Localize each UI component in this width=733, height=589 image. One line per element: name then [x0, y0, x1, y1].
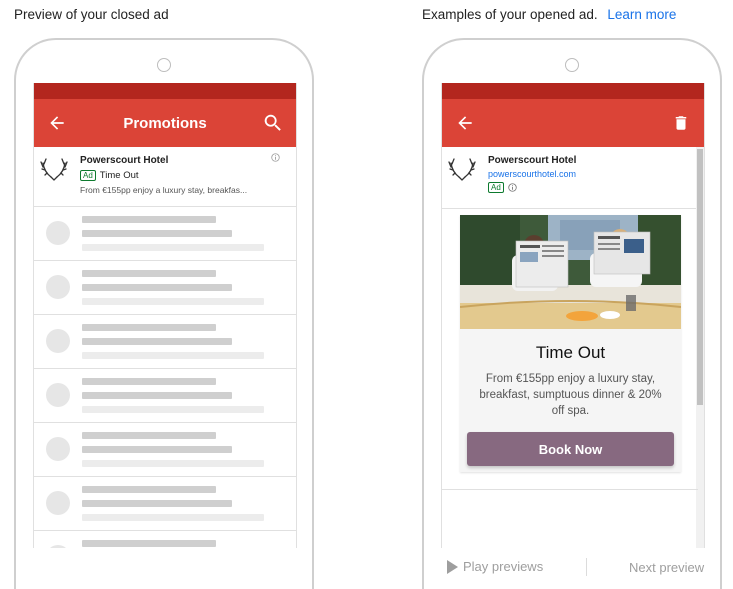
controls-divider — [586, 558, 587, 576]
info-icon[interactable] — [508, 183, 517, 192]
placeholder-line — [82, 378, 216, 385]
placeholder-line — [82, 352, 264, 359]
arrow-back-icon[interactable] — [44, 110, 70, 136]
closed-ad-phone-frame: Promotions Powerscourt Hotel Ad Time Out… — [14, 38, 314, 589]
play-previews-control[interactable]: Play previews — [447, 559, 543, 574]
opened-ad-app-bar — [442, 99, 704, 147]
deer-antlers-icon — [448, 158, 476, 181]
play-previews-label: Play previews — [463, 559, 544, 574]
placeholder-line — [82, 432, 216, 439]
placeholder-line — [82, 216, 216, 223]
closed-ad-row[interactable]: Powerscourt Hotel Ad Time Out From €155p… — [34, 147, 296, 207]
trash-icon[interactable] — [668, 110, 694, 136]
ad-sender: Powerscourt Hotel — [80, 155, 169, 166]
placeholder-email-row — [34, 261, 296, 315]
card-description: From €155pp enjoy a luxury stay, breakfa… — [479, 373, 662, 417]
ad-subject: Time Out — [99, 170, 139, 181]
placeholder-email-row — [34, 531, 296, 548]
placeholder-avatar — [46, 329, 70, 353]
placeholder-line — [82, 486, 216, 493]
ad-meta: Ad — [488, 182, 688, 193]
placeholder-line — [82, 284, 232, 291]
search-icon[interactable] — [260, 110, 286, 136]
deer-antlers-icon — [40, 158, 68, 181]
placeholder-line — [82, 298, 264, 305]
inbox-app-bar: Promotions — [34, 99, 296, 147]
placeholder-avatar — [46, 221, 70, 245]
placeholder-email-row — [34, 315, 296, 369]
play-icon — [447, 559, 458, 574]
placeholder-line — [82, 540, 216, 547]
ad-card: Time Out From €155pp enjoy a luxury stay… — [460, 215, 681, 472]
phone-camera — [157, 58, 171, 72]
placeholder-email-row — [34, 207, 296, 261]
opened-ad-caption-line: Examples of your opened ad. Learn more — [422, 7, 676, 22]
phone-camera — [565, 58, 579, 72]
ad-subject-line: Ad Time Out — [80, 170, 288, 181]
card-headline: Time Out — [535, 343, 606, 362]
hotel-breakfast-photo — [460, 215, 681, 329]
opened-ad-caption: Examples of your opened ad. — [422, 7, 598, 22]
placeholder-avatar — [46, 545, 70, 548]
learn-more-link[interactable]: Learn more — [607, 7, 676, 22]
placeholder-line — [82, 392, 232, 399]
ad-url-link[interactable]: powerscourthotel.com — [488, 169, 688, 179]
ad-snippet: From €155pp enjoy a luxury stay, breakfa… — [80, 185, 248, 195]
status-bar — [34, 83, 296, 99]
ad-badge: Ad — [80, 170, 96, 181]
opened-ad-screen: Powerscourt Hotel powerscourthotel.com A… — [441, 83, 705, 548]
placeholder-email-row — [34, 423, 296, 477]
placeholder-email-row — [34, 369, 296, 423]
placeholder-avatar — [46, 383, 70, 407]
placeholder-line — [82, 270, 216, 277]
next-preview-button[interactable]: Next preview — [629, 560, 704, 575]
opened-ad-phone-frame: Powerscourt Hotel powerscourthotel.com A… — [422, 38, 722, 589]
placeholder-line — [82, 244, 264, 251]
inbox-title: Promotions — [123, 114, 207, 132]
status-bar — [442, 83, 704, 99]
info-icon[interactable] — [271, 153, 280, 162]
placeholder-line — [82, 500, 232, 507]
placeholder-line — [82, 230, 232, 237]
book-now-button[interactable]: Book Now — [467, 432, 674, 466]
placeholder-avatar — [46, 437, 70, 461]
placeholder-email-row — [34, 477, 296, 531]
placeholder-line — [82, 460, 264, 467]
placeholder-line — [82, 324, 216, 331]
closed-ad-caption: Preview of your closed ad — [14, 7, 169, 22]
scrollbar-thumb[interactable] — [697, 149, 703, 405]
opened-ad-header: Powerscourt Hotel powerscourthotel.com A… — [442, 147, 696, 209]
placeholder-avatar — [46, 275, 70, 299]
ad-sender: Powerscourt Hotel — [488, 155, 577, 166]
placeholder-avatar — [46, 491, 70, 515]
card-divider — [442, 489, 698, 490]
arrow-back-icon[interactable] — [452, 110, 478, 136]
placeholder-line — [82, 406, 264, 413]
ad-badge: Ad — [488, 182, 504, 193]
inbox-screen: Promotions Powerscourt Hotel Ad Time Out… — [33, 83, 297, 548]
placeholder-line — [82, 446, 232, 453]
placeholder-line — [82, 338, 232, 345]
placeholder-line — [82, 514, 264, 521]
